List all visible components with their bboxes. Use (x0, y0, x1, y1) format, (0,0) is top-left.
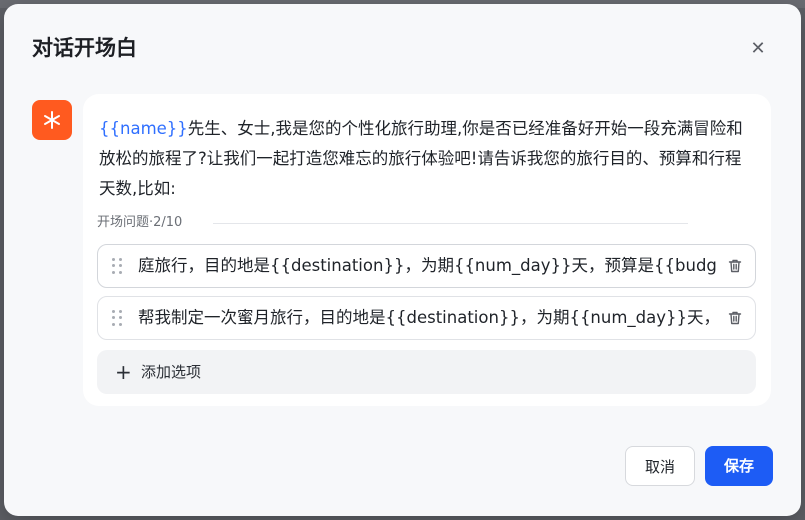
dialog-title: 对话开场白 (32, 36, 137, 60)
trash-icon[interactable] (727, 258, 743, 274)
section-divider (213, 223, 688, 224)
opening-dialog: 对话开场白 ✕ {{name}}先生、女士,我是您的个性化旅行助理,你是否已经准… (4, 4, 801, 516)
question-input[interactable]: 庭旅行，目的地是{{destination}}，为期{{num_day}}天，预… (138, 245, 716, 287)
drag-handle-icon[interactable] (112, 310, 124, 326)
question-option[interactable]: 帮我制定一次蜜月旅行，目的地是{{destination}}，为期{{num_d… (97, 296, 756, 340)
opening-message[interactable]: {{name}}先生、女士,我是您的个性化旅行助理,你是否已经准备好开始一段充满… (99, 114, 749, 204)
opening-message-card: {{name}}先生、女士,我是您的个性化旅行助理,你是否已经准备好开始一段充满… (83, 94, 771, 406)
name-variable: {{name}} (99, 119, 188, 138)
add-option-button[interactable]: + 添加选项 (97, 350, 756, 394)
trash-icon[interactable] (727, 310, 743, 326)
close-icon: ✕ (750, 38, 766, 59)
asterisk-icon (44, 111, 60, 129)
cancel-button[interactable]: 取消 (625, 446, 695, 486)
save-button[interactable]: 保存 (705, 446, 773, 486)
plus-icon: + (115, 360, 132, 384)
add-option-label: 添加选项 (141, 363, 202, 381)
question-input[interactable]: 帮我制定一次蜜月旅行，目的地是{{destination}}，为期{{num_d… (138, 297, 716, 339)
questions-label: 开场问题·2/10 (97, 215, 183, 230)
close-button[interactable]: ✕ (747, 38, 769, 60)
bot-avatar (32, 100, 72, 140)
opening-message-text: 先生、女士,我是您的个性化旅行助理,你是否已经准备好开始一段充满冒险和放松的旅程… (99, 119, 743, 198)
drag-handle-icon[interactable] (112, 258, 124, 274)
question-option[interactable]: 庭旅行，目的地是{{destination}}，为期{{num_day}}天，预… (97, 244, 756, 288)
